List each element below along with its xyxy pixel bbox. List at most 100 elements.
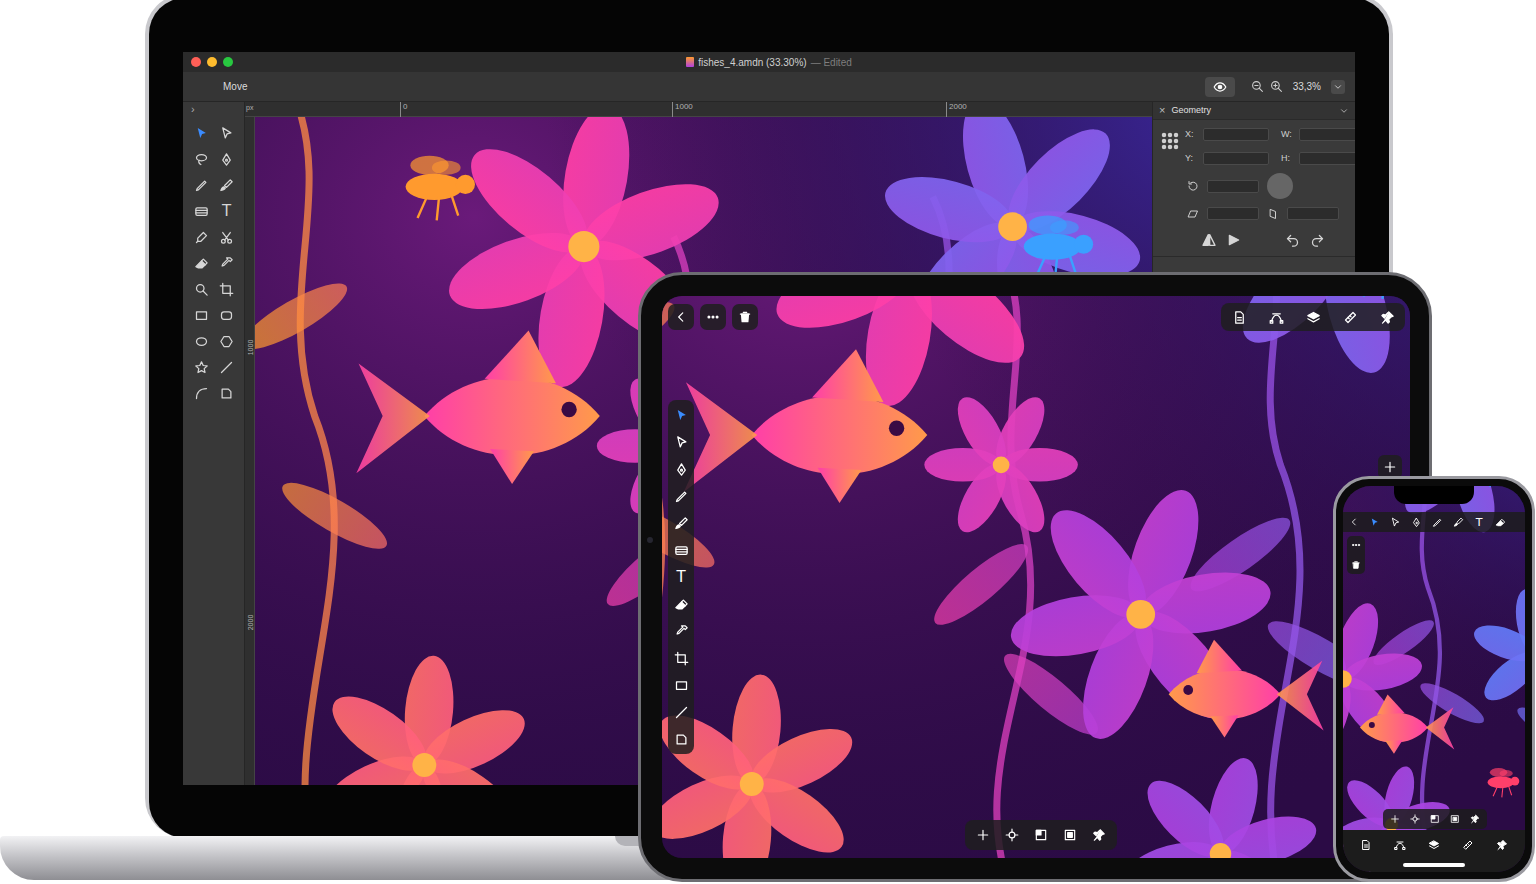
trash-button[interactable] — [732, 304, 758, 330]
preview-button[interactable] — [1205, 77, 1235, 97]
zoom-out-button[interactable] — [1251, 80, 1264, 93]
trash-button[interactable] — [1348, 557, 1364, 573]
tool-button[interactable] — [668, 431, 694, 453]
tool-button[interactable] — [190, 122, 212, 144]
tool-button[interactable] — [1450, 513, 1466, 531]
tool-button[interactable] — [216, 226, 238, 248]
ruler-button[interactable] — [1459, 836, 1477, 854]
ruler-label: 1000 — [246, 334, 255, 362]
tool-button[interactable] — [668, 593, 694, 615]
ruler-icon — [1343, 310, 1358, 325]
plus-button[interactable] — [1388, 812, 1402, 826]
skew-x-field[interactable] — [1207, 207, 1259, 220]
minimize-button[interactable] — [207, 57, 217, 67]
tool-button[interactable] — [190, 226, 212, 248]
zoom-level[interactable]: 33,3% — [1289, 79, 1325, 94]
number-field[interactable] — [1203, 128, 1269, 141]
tool-button[interactable] — [1492, 513, 1508, 531]
tool-button[interactable] — [190, 200, 212, 222]
squaretl-button[interactable] — [1428, 812, 1442, 826]
tool-button[interactable] — [668, 485, 694, 507]
curve-button[interactable] — [1391, 836, 1409, 854]
top-right-toolbar — [1221, 303, 1405, 331]
back-button[interactable] — [1347, 513, 1361, 531]
zoom-dropdown[interactable] — [1331, 80, 1345, 94]
direct-icon — [219, 126, 234, 141]
tool-button[interactable] — [668, 647, 694, 669]
close-panel-button[interactable]: × — [1159, 105, 1165, 116]
rotate-icon — [1187, 180, 1199, 192]
zoom-button[interactable] — [223, 57, 233, 67]
back-button[interactable] — [668, 304, 694, 330]
tool-button[interactable] — [190, 278, 212, 300]
ruler-button[interactable] — [1338, 305, 1362, 329]
tool-button[interactable] — [190, 356, 212, 378]
tool-button[interactable] — [216, 356, 238, 378]
tool-button[interactable] — [190, 304, 212, 326]
tool-button[interactable] — [216, 148, 238, 170]
tool-button[interactable] — [216, 122, 238, 144]
number-field[interactable] — [1299, 128, 1355, 141]
tool-button[interactable] — [190, 174, 212, 196]
tool-button[interactable] — [216, 252, 238, 274]
tool-button[interactable] — [216, 382, 238, 404]
tool-button[interactable]: T — [216, 200, 238, 222]
pin-button[interactable] — [1375, 305, 1399, 329]
pin-button[interactable] — [1493, 836, 1511, 854]
tool-button[interactable] — [668, 539, 694, 561]
tool-button[interactable] — [216, 278, 238, 300]
tool-button[interactable] — [668, 458, 694, 480]
tool-button[interactable] — [1366, 513, 1382, 531]
tool-button[interactable] — [190, 330, 212, 352]
tool-button[interactable] — [216, 304, 238, 326]
tool-button[interactable] — [668, 512, 694, 534]
doc-button[interactable] — [1357, 836, 1375, 854]
target-button[interactable] — [1408, 812, 1422, 826]
tool-button[interactable] — [668, 674, 694, 696]
zoom-in-button[interactable] — [1270, 80, 1283, 93]
lasso-icon — [194, 152, 209, 167]
target-button[interactable] — [1002, 825, 1022, 845]
close-button[interactable] — [191, 57, 201, 67]
curve-button[interactable] — [1264, 305, 1288, 329]
layers-button[interactable] — [1301, 305, 1325, 329]
plus-button[interactable] — [973, 825, 993, 845]
eraser-icon — [194, 256, 209, 271]
skew-y-field[interactable] — [1287, 207, 1339, 220]
tool-button[interactable] — [668, 620, 694, 642]
ellipse-icon — [194, 334, 209, 349]
number-field[interactable] — [1299, 152, 1355, 165]
doc-button[interactable] — [1227, 305, 1251, 329]
trash-icon — [738, 310, 752, 324]
tool-button[interactable]: T — [668, 566, 694, 588]
pin-button[interactable] — [1089, 825, 1109, 845]
collapse-button[interactable]: › — [183, 102, 244, 117]
tablet: T — [638, 272, 1432, 882]
rotation-field[interactable] — [1207, 180, 1259, 193]
pin-button[interactable] — [1468, 812, 1482, 826]
tool-button[interactable] — [668, 701, 694, 723]
tool-button[interactable] — [1408, 513, 1424, 531]
layers-button[interactable] — [1425, 836, 1443, 854]
ruler-label: 2000 — [946, 102, 967, 117]
tool-button[interactable] — [1429, 513, 1445, 531]
tool-button[interactable] — [668, 728, 694, 750]
target-icon — [1410, 814, 1420, 824]
squarec-button[interactable] — [1448, 812, 1462, 826]
rotation-knob[interactable] — [1267, 173, 1293, 199]
tool-button[interactable] — [190, 382, 212, 404]
zoomin-icon — [1270, 80, 1283, 93]
squaretl-button[interactable] — [1031, 825, 1051, 845]
more-button[interactable] — [700, 304, 726, 330]
tool-button[interactable] — [216, 174, 238, 196]
tool-button[interactable] — [190, 252, 212, 274]
tool-button[interactable]: T — [1471, 513, 1487, 531]
tool-button[interactable] — [668, 404, 694, 426]
number-field[interactable] — [1203, 152, 1269, 165]
tool-button[interactable] — [1387, 513, 1403, 531]
title-bar: fishes_4.amdn (33.30%)— Edited — [183, 52, 1355, 72]
tool-button[interactable] — [216, 330, 238, 352]
more-button[interactable] — [1348, 537, 1364, 553]
tool-button[interactable] — [190, 148, 212, 170]
squarec-button[interactable] — [1060, 825, 1080, 845]
